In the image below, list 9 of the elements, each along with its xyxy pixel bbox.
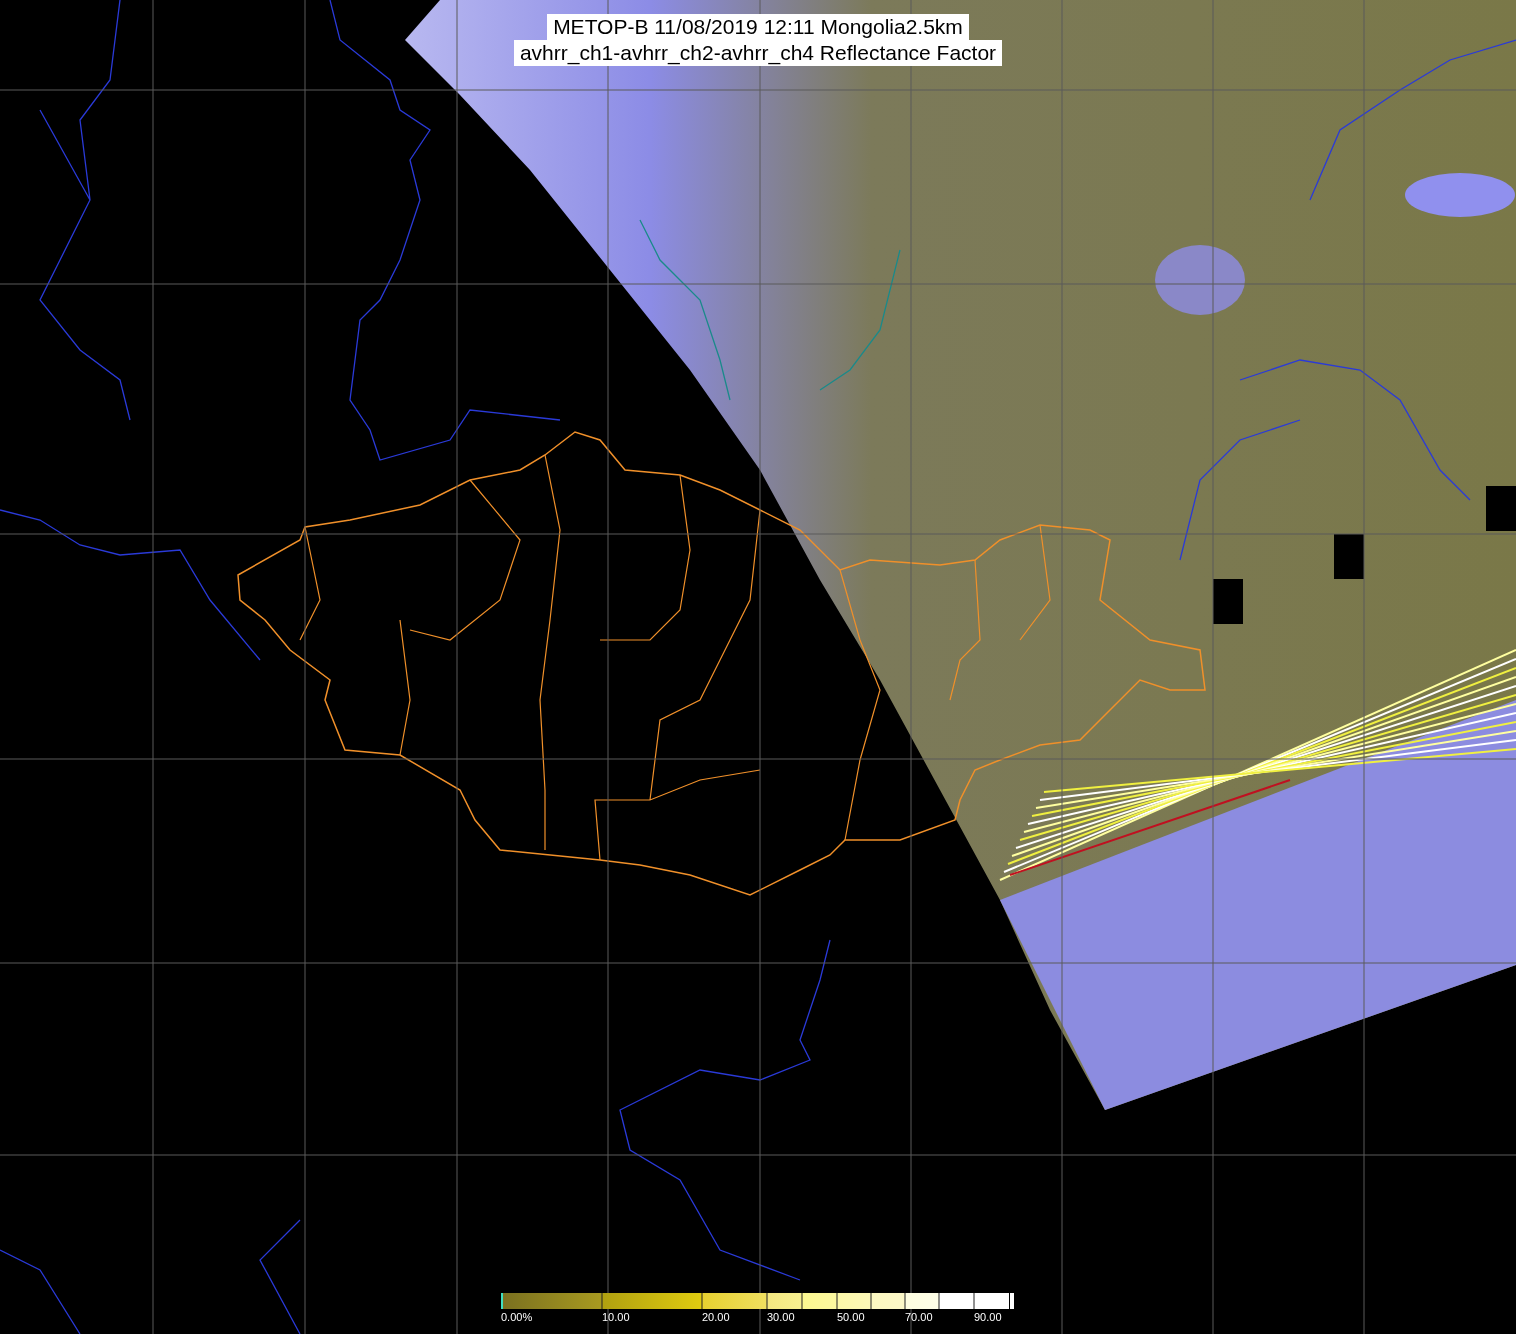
scale-label: 0.00% bbox=[501, 1311, 533, 1324]
scale-label: 10.00 bbox=[602, 1311, 630, 1324]
scale-label: 30.00 bbox=[767, 1311, 795, 1324]
scale-label: 70.00 bbox=[905, 1311, 933, 1324]
map-subtitle: avhrr_ch1-avhrr_ch2-avhrr_ch4 Reflectance Factor bbox=[513, 40, 1003, 66]
map-title: METOP-B 11/08/2019 12:11 Mongolia2.5km bbox=[547, 14, 969, 40]
scale-label: 50.00 bbox=[837, 1311, 865, 1324]
scale-label: 20.00 bbox=[702, 1311, 730, 1324]
scale-label: 90.00 bbox=[974, 1311, 1002, 1324]
